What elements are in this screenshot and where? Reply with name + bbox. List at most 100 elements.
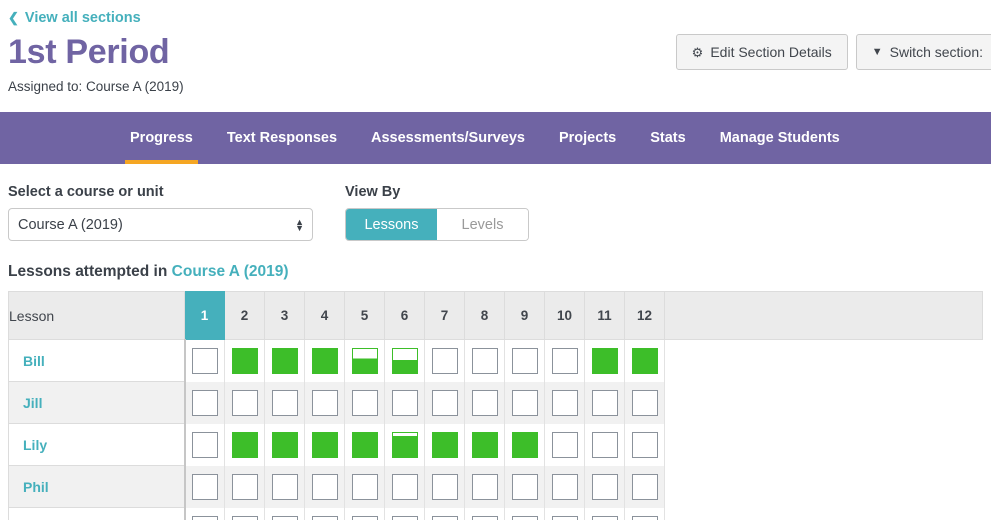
progress-box[interactable] [311, 348, 338, 375]
progress-box[interactable] [271, 431, 298, 458]
progress-cell [544, 465, 585, 508]
progress-box[interactable] [631, 473, 658, 500]
column-header-lesson-1[interactable]: 1 [184, 291, 225, 341]
progress-box[interactable] [591, 348, 618, 375]
tab-stats[interactable]: Stats [633, 112, 702, 164]
column-header-lesson-10[interactable]: 10 [544, 291, 585, 341]
progress-box[interactable] [271, 348, 298, 375]
lessons-attempted-course-link[interactable]: Course A (2019) [172, 263, 289, 280]
progress-box[interactable] [631, 389, 658, 416]
switch-section-button[interactable]: ▼ Switch section: [855, 34, 991, 70]
progress-box[interactable] [271, 473, 298, 500]
column-header-lesson-11[interactable]: 11 [584, 291, 625, 341]
progress-box[interactable] [591, 515, 618, 520]
progress-box[interactable] [191, 348, 218, 375]
progress-box[interactable] [391, 431, 418, 458]
progress-box[interactable] [191, 389, 218, 416]
edit-section-details-button[interactable]: ⚙ Edit Section Details [675, 34, 848, 70]
progress-box[interactable] [351, 431, 378, 458]
progress-box[interactable] [311, 515, 338, 520]
progress-box[interactable] [511, 431, 538, 458]
progress-box[interactable] [431, 431, 458, 458]
column-header-lesson-7[interactable]: 7 [424, 291, 465, 341]
progress-box[interactable] [431, 389, 458, 416]
tab-assessments-surveys[interactable]: Assessments/Surveys [354, 112, 542, 164]
page-subtitle: Assigned to: Course A (2019) [8, 79, 184, 95]
progress-box[interactable] [271, 515, 298, 520]
column-header-lesson-6[interactable]: 6 [384, 291, 425, 341]
view-by-label: View By [345, 184, 401, 201]
tab-projects[interactable]: Projects [542, 112, 633, 164]
progress-box[interactable] [391, 348, 418, 375]
student-name-cell[interactable]: Bill [8, 339, 186, 383]
progress-box[interactable] [231, 431, 258, 458]
view-all-sections-link[interactable]: ❮ View all sections [0, 0, 141, 26]
progress-box[interactable] [351, 473, 378, 500]
progress-cell [584, 381, 625, 424]
column-header-lesson-4[interactable]: 4 [304, 291, 345, 341]
view-by-levels-button[interactable]: Levels [437, 209, 528, 241]
progress-box[interactable] [631, 515, 658, 520]
student-name-cell[interactable]: Lily [8, 423, 186, 467]
progress-box[interactable] [311, 473, 338, 500]
column-header-lesson-3[interactable]: 3 [264, 291, 305, 341]
view-by-lessons-button[interactable]: Lessons [346, 209, 437, 241]
progress-box[interactable] [431, 515, 458, 520]
progress-box[interactable] [431, 473, 458, 500]
progress-box[interactable] [191, 431, 218, 458]
student-name-cell[interactable]: Jill [8, 381, 186, 425]
progress-box[interactable] [591, 431, 618, 458]
progress-box[interactable] [391, 389, 418, 416]
student-name-cell[interactable] [8, 507, 186, 520]
progress-box[interactable] [191, 515, 218, 520]
progress-box[interactable] [231, 348, 258, 375]
progress-box[interactable] [591, 473, 618, 500]
tab-progress[interactable]: Progress [113, 112, 210, 165]
progress-box[interactable] [631, 431, 658, 458]
progress-box[interactable] [311, 431, 338, 458]
progress-box[interactable] [551, 389, 578, 416]
tab-projects-label: Projects [558, 130, 617, 147]
progress-box[interactable] [431, 348, 458, 375]
column-header-lesson-1-label: 1 [200, 308, 209, 324]
progress-box[interactable] [471, 431, 498, 458]
progress-box[interactable] [511, 515, 538, 520]
progress-box[interactable] [311, 389, 338, 416]
progress-box[interactable] [551, 473, 578, 500]
progress-box[interactable] [351, 348, 378, 375]
column-header-lesson-2[interactable]: 2 [224, 291, 265, 341]
column-header-lesson-8[interactable]: 8 [464, 291, 505, 341]
progress-box[interactable] [511, 473, 538, 500]
progress-box[interactable] [471, 389, 498, 416]
progress-box[interactable] [351, 389, 378, 416]
progress-box[interactable] [511, 348, 538, 375]
progress-box[interactable] [231, 515, 258, 520]
progress-box[interactable] [351, 515, 378, 520]
progress-box[interactable] [471, 473, 498, 500]
column-header-lesson-9[interactable]: 9 [504, 291, 545, 341]
progress-box[interactable] [271, 389, 298, 416]
progress-box[interactable] [191, 473, 218, 500]
student-name-cell[interactable]: Phil [8, 465, 186, 509]
column-header-lesson-12[interactable]: 12 [624, 291, 665, 341]
progress-box[interactable] [551, 348, 578, 375]
progress-cell [624, 423, 665, 466]
progress-box[interactable] [231, 473, 258, 500]
progress-box[interactable] [471, 515, 498, 520]
progress-box[interactable] [471, 348, 498, 375]
progress-box[interactable] [391, 515, 418, 520]
progress-box[interactable] [631, 348, 658, 375]
tab-manage-students[interactable]: Manage Students [703, 112, 857, 164]
progress-box[interactable] [231, 389, 258, 416]
progress-box[interactable] [551, 515, 578, 520]
progress-cell [184, 381, 225, 424]
column-header-lesson-5[interactable]: 5 [344, 291, 385, 341]
progress-cell [624, 381, 665, 424]
progress-box[interactable] [551, 431, 578, 458]
course-select[interactable]: Course A (2019) [8, 208, 313, 242]
progress-box[interactable] [511, 389, 538, 416]
edit-section-details-label: Edit Section Details [710, 44, 832, 60]
progress-box[interactable] [591, 389, 618, 416]
tab-text-responses[interactable]: Text Responses [210, 112, 354, 164]
progress-box[interactable] [391, 473, 418, 500]
